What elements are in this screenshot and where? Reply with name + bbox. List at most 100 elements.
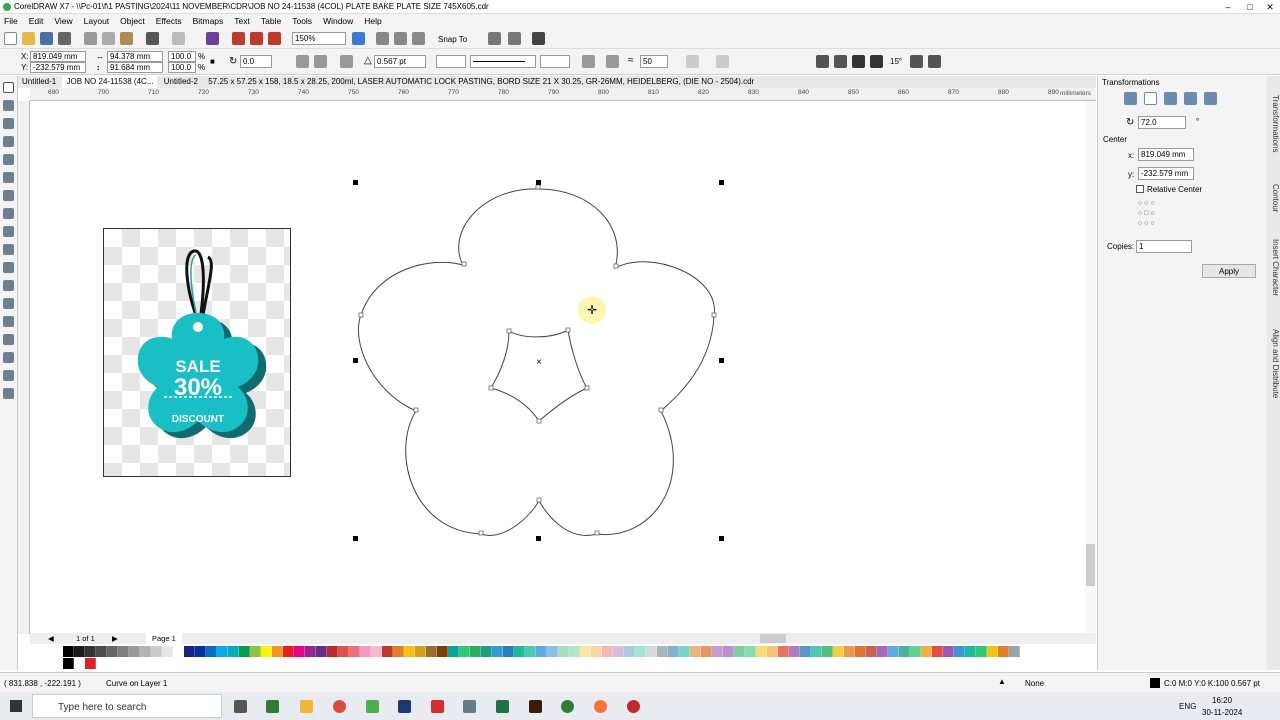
toolbox-tool-icon[interactable] <box>3 136 14 147</box>
color-swatch[interactable] <box>844 646 855 657</box>
apply-button[interactable]: Apply <box>1202 264 1256 278</box>
color-swatch[interactable] <box>756 646 767 657</box>
corel-app-icon[interactable] <box>561 700 574 713</box>
color-swatch[interactable] <box>206 646 217 657</box>
import-icon[interactable] <box>232 32 245 45</box>
toolbox-tool-icon[interactable] <box>3 352 14 363</box>
toolbox-tool-icon[interactable] <box>3 154 14 165</box>
horizontal-scroll-thumb[interactable] <box>760 634 786 643</box>
clock-time[interactable]: 16:20 <box>1212 696 1232 705</box>
menu-item-help[interactable]: Help <box>364 16 381 26</box>
firefox-icon[interactable] <box>594 700 607 713</box>
menu-item-table[interactable]: Table <box>261 16 281 26</box>
tab-untitled-2[interactable]: Untitled-2 <box>160 76 202 88</box>
vertical-ruler[interactable] <box>18 101 30 634</box>
show-guidelines-icon[interactable] <box>412 32 425 45</box>
show-rulers-icon[interactable] <box>376 32 389 45</box>
color-swatch[interactable] <box>932 646 943 657</box>
color-swatch[interactable] <box>316 646 327 657</box>
add-node-icon[interactable] <box>816 55 829 68</box>
color-swatch[interactable] <box>415 646 426 657</box>
selection-handle-bc[interactable] <box>536 536 541 541</box>
toolbox-tool-icon[interactable] <box>3 280 14 291</box>
position-tab-icon[interactable] <box>1124 92 1137 105</box>
color-swatch[interactable] <box>657 646 668 657</box>
color-swatch[interactable] <box>52 658 63 669</box>
windows-start-icon[interactable] <box>10 700 22 712</box>
color-swatch[interactable] <box>261 646 272 657</box>
delete-node-icon[interactable] <box>834 55 847 68</box>
vertical-scrollbar[interactable] <box>1085 101 1096 634</box>
toolbox-tool-icon[interactable] <box>3 100 14 111</box>
color-swatch[interactable] <box>998 646 1009 657</box>
color-swatch[interactable] <box>74 646 85 657</box>
selection-handle-ml[interactable] <box>353 358 358 363</box>
outline-width-field[interactable]: 0.567 pt <box>374 55 426 68</box>
color-swatch[interactable] <box>602 646 613 657</box>
scale-height-field[interactable]: 100.0 <box>168 62 196 73</box>
lock-ratio-icon[interactable]: ■ <box>210 57 215 66</box>
open-icon[interactable] <box>22 32 35 45</box>
menu-item-window[interactable]: Window <box>323 16 353 26</box>
menu-item-text[interactable]: Text <box>234 16 250 26</box>
zoom-level-select[interactable]: 150% <box>292 32 346 45</box>
tab-die-file[interactable]: 57.25 x 57.25 x 158, 18.5 x 28.25, 200ml… <box>204 76 758 88</box>
toolbox-tool-icon[interactable] <box>3 388 14 399</box>
cut-icon[interactable] <box>84 32 97 45</box>
color-swatch[interactable] <box>624 646 635 657</box>
color-swatch[interactable] <box>690 646 701 657</box>
color-swatch[interactable] <box>976 646 987 657</box>
color-swatch[interactable] <box>162 646 173 657</box>
color-swatch[interactable] <box>547 646 558 657</box>
color-swatch[interactable] <box>140 646 151 657</box>
selection-handle-tc[interactable] <box>536 180 541 185</box>
show-grid-icon[interactable] <box>394 32 407 45</box>
color-swatch[interactable] <box>481 646 492 657</box>
height-field[interactable]: 91.684 mm <box>107 62 163 73</box>
excel-icon[interactable] <box>496 700 509 713</box>
color-swatch[interactable] <box>96 646 107 657</box>
next-page-button[interactable]: ▶ <box>112 633 118 644</box>
selection-handle-bl[interactable] <box>353 536 358 541</box>
color-swatch[interactable] <box>833 646 844 657</box>
color-swatch[interactable] <box>855 646 866 657</box>
color-swatch[interactable] <box>52 646 63 657</box>
color-swatch[interactable] <box>613 646 624 657</box>
copies-input[interactable]: 1 <box>1136 240 1192 253</box>
toolbox-tool-icon[interactable] <box>3 226 14 237</box>
color-swatch[interactable] <box>129 646 140 657</box>
size-tab-icon[interactable] <box>1184 92 1197 105</box>
chrome-icon[interactable] <box>333 700 346 713</box>
color-swatch[interactable] <box>921 646 932 657</box>
selection-handle-mr[interactable] <box>719 358 724 363</box>
clock-date[interactable]: 30-11-2024 <box>1202 708 1242 717</box>
color-swatch[interactable] <box>305 646 316 657</box>
color-swatch[interactable] <box>679 646 690 657</box>
color-swatch[interactable] <box>569 646 580 657</box>
color-swatch[interactable] <box>635 646 646 657</box>
reduce-nodes-icon[interactable] <box>686 55 699 68</box>
skew-tab-icon[interactable] <box>1204 92 1217 105</box>
redo-icon[interactable] <box>172 32 185 45</box>
wrap-text-icon[interactable] <box>340 55 353 68</box>
color-swatch[interactable] <box>470 646 481 657</box>
selection-handle-tl[interactable] <box>353 180 358 185</box>
color-swatch[interactable] <box>283 646 294 657</box>
color-swatch[interactable] <box>437 646 448 657</box>
color-swatch[interactable] <box>118 646 129 657</box>
color-swatch[interactable] <box>426 646 437 657</box>
docker-tab-align-and-distribute[interactable]: Align and Distribute <box>1267 316 1280 412</box>
color-swatch[interactable] <box>360 646 371 657</box>
options-icon[interactable] <box>488 32 501 45</box>
language-indicator[interactable]: ENG <box>1179 702 1196 711</box>
document-palette[interactable] <box>52 658 1080 669</box>
calculator-icon[interactable] <box>463 700 476 713</box>
color-swatch[interactable] <box>250 646 261 657</box>
color-swatch[interactable] <box>107 646 118 657</box>
color-swatch[interactable] <box>800 646 811 657</box>
illustrator-icon[interactable] <box>529 700 542 713</box>
menu-item-effects[interactable]: Effects <box>156 16 182 26</box>
color-swatch[interactable] <box>338 646 349 657</box>
anchor-point-grid[interactable]: ○ ○ ○ ○ □ ○ ○ ○ ○ <box>1138 199 1168 229</box>
color-swatch[interactable] <box>349 646 360 657</box>
